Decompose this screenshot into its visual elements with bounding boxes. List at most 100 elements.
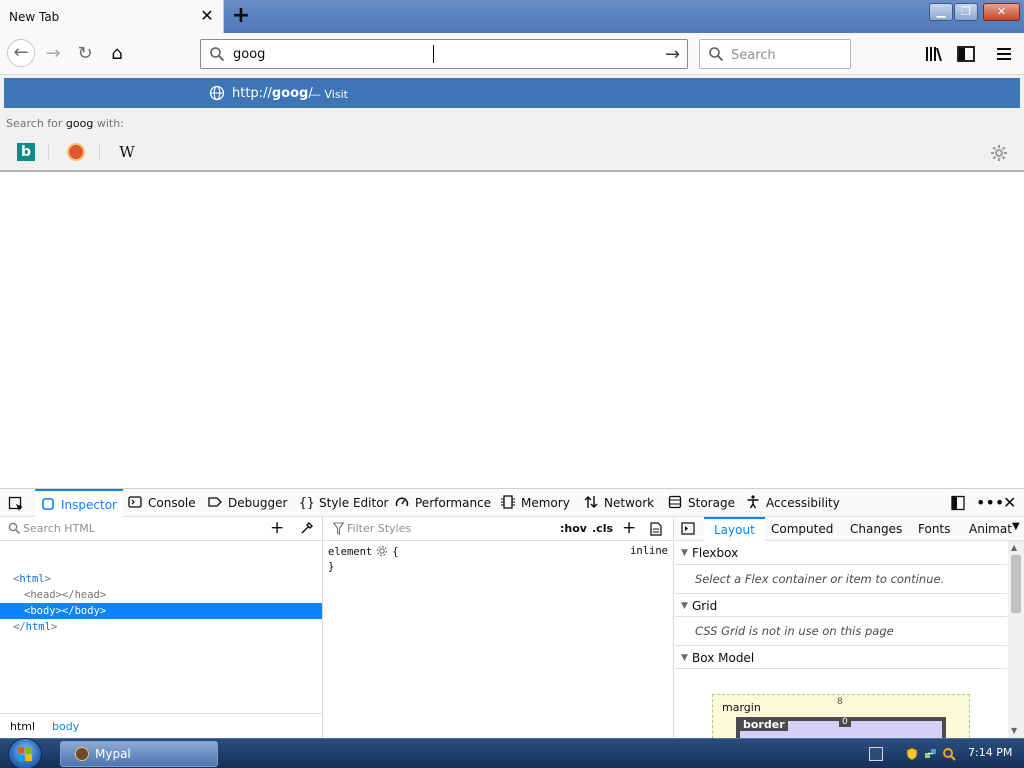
reload-button[interactable]: ↻: [72, 42, 98, 66]
network-icon[interactable]: [924, 747, 938, 761]
add-rule-button[interactable]: +: [622, 518, 636, 538]
gear-icon[interactable]: [376, 545, 388, 557]
more-options-icon[interactable]: •••: [976, 493, 1004, 512]
disclosure-triangle-icon: ▼: [681, 653, 688, 663]
tab-fonts[interactable]: Fonts: [918, 517, 950, 541]
start-button[interactable]: [8, 738, 42, 768]
tab-network[interactable]: Network: [584, 489, 654, 517]
sidebar-tabs: Layout Computed Changes Fonts Animat ▼: [675, 517, 1024, 541]
hamburger-menu-icon[interactable]: [994, 44, 1014, 64]
rule-selector: element {: [328, 545, 399, 558]
bing-icon[interactable]: b: [17, 143, 35, 161]
inspector-icon: [42, 498, 54, 510]
tab-storage[interactable]: Storage: [668, 489, 735, 517]
tab-memory[interactable]: Memory: [501, 489, 570, 517]
breadcrumb-html[interactable]: html: [10, 720, 35, 733]
node-html-close[interactable]: </html>: [0, 619, 322, 635]
tab-changes[interactable]: Changes: [850, 517, 902, 541]
node-head[interactable]: <head></head>: [0, 587, 322, 603]
box-model-diagram: margin 8 border 0: [712, 694, 970, 744]
minimize-button[interactable]: ▁: [929, 3, 953, 21]
title-bar: New Tab ✕ + ▁ ❐ ✕: [0, 0, 1024, 33]
navigation-toolbar: ← → ↻ ⌂ goog → Search: [0, 33, 1024, 75]
print-media-icon[interactable]: [650, 522, 662, 536]
flexbox-section-header[interactable]: ▼ Flexbox: [675, 541, 1007, 565]
box-model-section-header[interactable]: ▼ Box Model: [675, 645, 1007, 669]
tab-new-tab[interactable]: New Tab ✕: [0, 0, 224, 33]
taskbar-item-mypal[interactable]: Mypal: [60, 741, 218, 767]
windows-logo-icon: [18, 747, 32, 761]
eyedropper-icon[interactable]: [300, 521, 314, 535]
scrollbar-thumb[interactable]: [1011, 555, 1021, 613]
tab-debugger[interactable]: Debugger: [208, 489, 287, 517]
console-icon: [128, 496, 142, 508]
tab-inspector[interactable]: Inspector: [35, 489, 123, 517]
search-bar[interactable]: Search: [699, 39, 851, 69]
rules-view: Filter Styles :hov .cls + element { inlin…: [324, 517, 674, 739]
grid-section-header[interactable]: ▼ Grid: [675, 593, 1007, 617]
duckduckgo-icon[interactable]: [67, 143, 85, 161]
chevron-down-icon[interactable]: ▼: [1012, 521, 1020, 532]
scroll-down-icon[interactable]: ▼: [1011, 726, 1017, 735]
search-html-input[interactable]: Search HTML: [23, 522, 95, 535]
tab-animations[interactable]: Animat: [969, 517, 1012, 541]
tab-layout[interactable]: Layout: [704, 517, 765, 541]
search-icon: [210, 47, 225, 62]
tab-console[interactable]: Console: [128, 489, 196, 517]
keyboard-icon[interactable]: [869, 747, 883, 761]
home-button[interactable]: ⌂: [104, 42, 130, 66]
tab-computed[interactable]: Computed: [771, 517, 833, 541]
tab-close-icon[interactable]: ✕: [199, 8, 215, 24]
node-html-open[interactable]: <html>: [0, 571, 322, 587]
separator: [99, 143, 100, 161]
url-autocomplete-popup: http://goog/ — Visit Search for goog wit…: [0, 75, 1024, 172]
cls-toggle[interactable]: .cls: [592, 522, 613, 535]
forward-button[interactable]: →: [40, 42, 66, 66]
search-html-box[interactable]: Search HTML +: [0, 517, 322, 541]
border-top-value[interactable]: 0: [839, 717, 851, 727]
url-input[interactable]: goog: [233, 47, 265, 62]
library-icon[interactable]: [924, 44, 944, 64]
tab-style-editor[interactable]: {}Style Editor: [299, 489, 388, 517]
go-arrow-icon[interactable]: →: [665, 44, 680, 65]
node-body-selected[interactable]: <body></body>: [0, 603, 322, 619]
filter-styles-input[interactable]: Filter Styles: [347, 522, 411, 535]
grid-message: CSS Grid is not in use on this page: [695, 624, 894, 638]
dock-side-icon[interactable]: [950, 495, 966, 511]
breadcrumb-body[interactable]: body: [52, 720, 79, 733]
tab-accessibility[interactable]: Accessibility: [746, 489, 840, 517]
scroll-up-icon[interactable]: ▲: [1011, 543, 1017, 552]
maximize-button[interactable]: ❐: [954, 3, 978, 21]
visit-suggestion[interactable]: http://goog/ — Visit: [4, 78, 1020, 108]
add-node-button[interactable]: +: [270, 518, 284, 538]
sidebar-icon[interactable]: [956, 44, 976, 64]
margin-label: margin: [722, 701, 761, 714]
svg-text:{}: {}: [299, 496, 313, 509]
devtools-toolbar: Inspector Console Debugger {}Style Edito…: [0, 489, 1024, 517]
disclosure-triangle-icon: ▼: [681, 548, 688, 558]
margin-top-value[interactable]: 8: [837, 697, 843, 707]
tab-performance[interactable]: Performance: [395, 489, 491, 517]
url-bar[interactable]: goog →: [200, 39, 688, 69]
rule-source: inline: [630, 545, 668, 557]
search-icon[interactable]: [942, 747, 956, 761]
devtools-close-icon[interactable]: ✕: [1003, 493, 1016, 512]
wikipedia-icon[interactable]: W: [118, 143, 136, 161]
hov-toggle[interactable]: :hov: [560, 522, 587, 535]
close-window-button[interactable]: ✕: [983, 3, 1020, 21]
flexbox-message: Select a Flex container or item to conti…: [695, 572, 945, 586]
search-input[interactable]: Search: [731, 48, 776, 63]
gauge-icon: [395, 497, 409, 507]
new-tab-button[interactable]: +: [231, 5, 251, 27]
toggle-pane-icon[interactable]: [681, 522, 695, 535]
search-icon: [709, 47, 724, 62]
element-picker-icon[interactable]: [8, 496, 24, 512]
gear-icon[interactable]: [989, 143, 1009, 163]
sidebar-scrollbar[interactable]: ▲ ▼: [1008, 541, 1024, 739]
back-button[interactable]: ←: [7, 39, 35, 67]
filter-styles-box[interactable]: Filter Styles :hov .cls +: [324, 517, 674, 541]
clock[interactable]: 7:14 PM: [968, 746, 1012, 759]
debugger-icon: [208, 497, 222, 507]
rule-open-brace: {: [392, 546, 399, 558]
shield-icon[interactable]: [905, 747, 919, 761]
